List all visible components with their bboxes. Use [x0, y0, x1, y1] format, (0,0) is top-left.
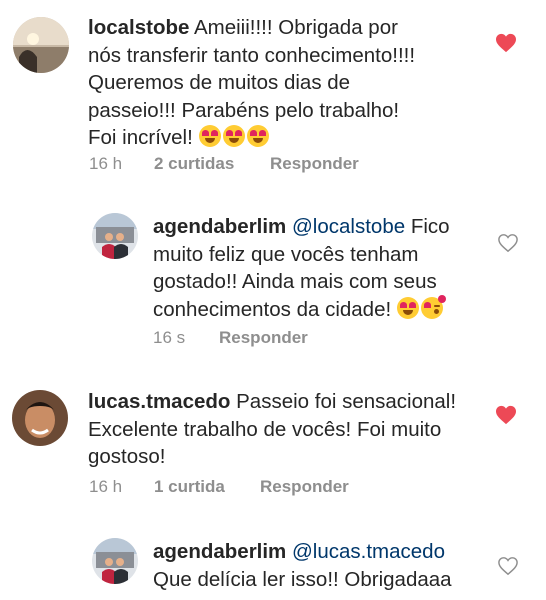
reply-time: 16 s: [153, 328, 186, 347]
heart-outline-icon[interactable]: [497, 556, 519, 576]
heart-eyes-icon: [396, 296, 419, 319]
avatar[interactable]: [92, 213, 138, 259]
reply-text: agendaberlim @localstobe Fico muito feli…: [153, 213, 453, 323]
kiss-icon: [420, 294, 446, 319]
heart-eyes-icon: [222, 125, 245, 147]
reply-body: Que delícia ler isso!! Obrigadaaa: [153, 567, 452, 591]
comment-username[interactable]: localstobe: [88, 16, 189, 39]
mention-link[interactable]: @localstobe: [292, 215, 405, 238]
liked-heart-icon[interactable]: [495, 405, 517, 425]
liked-heart-icon[interactable]: [495, 33, 517, 53]
comment-username[interactable]: lucas.tmacedo: [88, 390, 230, 413]
heart-eyes-icon: [246, 125, 269, 147]
comment-likes[interactable]: 2 curtidas: [154, 154, 234, 174]
avatar[interactable]: [13, 17, 69, 73]
reply-button[interactable]: Responder: [219, 328, 308, 348]
comment-likes[interactable]: 1 curtida: [154, 477, 225, 497]
reply-1: agendaberlim @localstobe Fico muito feli…: [0, 200, 546, 360]
comment-text: localstobe Ameiii!!!! Obrigada por nós t…: [88, 14, 433, 152]
comment-1: localstobe Ameiii!!!! Obrigada por nós t…: [0, 0, 546, 200]
comment-time: 16 h: [89, 477, 123, 496]
mention-link[interactable]: @lucas.tmacedo: [292, 540, 445, 563]
reply-text: agendaberlim @lucas.tmacedo Que delícia …: [153, 538, 483, 593]
avatar[interactable]: [12, 390, 68, 446]
comment-time: 16 h: [89, 154, 123, 173]
heart-eyes-icon: [198, 125, 221, 147]
heart-outline-icon[interactable]: [497, 233, 519, 253]
comment-2: lucas.tmacedo Passeio foi sensacional! E…: [0, 370, 546, 520]
reply-2: agendaberlim @lucas.tmacedo Que delícia …: [0, 528, 546, 600]
comment-text: lucas.tmacedo Passeio foi sensacional! E…: [88, 388, 488, 471]
reply-username[interactable]: agendaberlim: [153, 540, 286, 563]
avatar[interactable]: [92, 538, 138, 584]
reply-button[interactable]: Responder: [270, 154, 359, 174]
reply-button[interactable]: Responder: [260, 477, 349, 497]
reply-username[interactable]: agendaberlim: [153, 215, 286, 238]
